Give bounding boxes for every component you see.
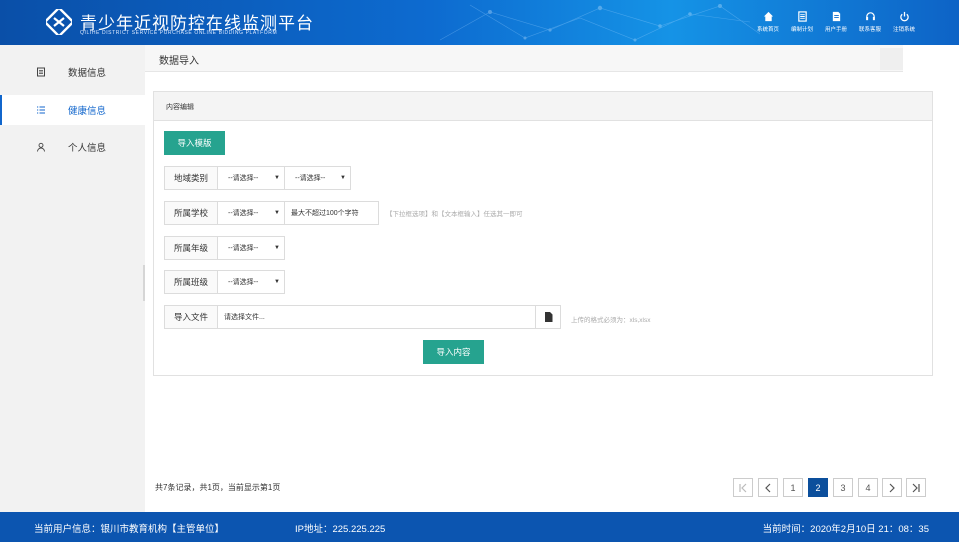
- chevron-down-icon: ▼: [340, 175, 346, 181]
- nav-manual[interactable]: 用户手册: [821, 11, 851, 33]
- panel-title: 内容编辑: [166, 104, 194, 111]
- breadcrumb: 数据导入: [145, 45, 903, 72]
- list-icon: [37, 106, 45, 114]
- sidebar: 数据信息 健康信息 个人信息: [0, 45, 145, 512]
- grade-select-value: --请选择--: [228, 245, 259, 252]
- region-label: 地域类别: [164, 166, 218, 190]
- page-button-2[interactable]: 2: [808, 478, 828, 497]
- app-header: 青少年近视防控在线监测平台 QILIHE DISTRICT SERVICE PU…: [0, 0, 959, 45]
- current-user-info: 当前用户信息：银川市教育机构【主管单位】: [34, 524, 225, 535]
- first-page-icon: [739, 483, 747, 492]
- nav-logout-label: 注销系统: [892, 27, 915, 33]
- nav-support-label: 联系客服: [858, 27, 881, 33]
- status-footer: 当前用户信息：银川市教育机构【主管单位】 IP地址：225.225.225 当前…: [0, 512, 959, 542]
- chevron-left-icon: [765, 483, 771, 492]
- page-button-1[interactable]: 1: [783, 478, 803, 497]
- nav-plan[interactable]: 编制计划: [787, 11, 817, 33]
- chevron-right-icon: [889, 483, 895, 492]
- nav-support[interactable]: 联系客服: [855, 11, 885, 33]
- import-content-button[interactable]: 导入内容: [423, 340, 484, 364]
- chevron-down-icon: ▼: [274, 279, 280, 285]
- current-time: 当前时间：2020年2月10日 21：08：35: [762, 524, 929, 535]
- nav-plan-label: 编制计划: [790, 27, 813, 33]
- records-summary: 共7条记录，共1页，当前显示第1页: [155, 483, 281, 492]
- ip-address: IP地址：225.225.225: [295, 524, 386, 535]
- document-icon: [37, 67, 45, 77]
- app-subtitle: QILIHE DISTRICT SERVICE PURCHASE ONLINE …: [80, 30, 278, 36]
- user-icon: [37, 142, 45, 152]
- manual-icon: [832, 11, 840, 22]
- file-hint: 上传的格式必须为：xls,xlsx: [571, 317, 651, 324]
- sidebar-item-personal-info[interactable]: 个人信息: [0, 132, 145, 162]
- plan-icon: [797, 11, 807, 22]
- sidebar-item-health-info[interactable]: 健康信息: [0, 95, 145, 125]
- sidebar-item-data-info[interactable]: 数据信息: [0, 57, 145, 87]
- prev-page-button[interactable]: [758, 478, 778, 497]
- home-icon: [763, 11, 773, 22]
- school-select-value: --请选择--: [228, 210, 259, 217]
- file-icon: [544, 312, 552, 322]
- region-select-2[interactable]: --请选择-- ▼: [284, 166, 351, 190]
- chevron-down-icon: ▼: [274, 175, 280, 181]
- region-select-1-value: --请选择--: [228, 175, 259, 182]
- file-browse-button[interactable]: [535, 305, 561, 329]
- page-button-3[interactable]: 3: [833, 478, 853, 497]
- top-nav: 系统首页 编制计划 用户手册 联系客服 注销系统: [753, 11, 919, 33]
- file-path-input[interactable]: 请选择文件...: [217, 305, 536, 329]
- chevron-down-icon: ▼: [274, 245, 280, 251]
- school-label: 所属学校: [164, 201, 218, 225]
- next-page-button[interactable]: [882, 478, 902, 497]
- nav-manual-label: 用户手册: [824, 27, 847, 33]
- network-decoration: [439, 4, 761, 42]
- class-select[interactable]: --请选择-- ▼: [217, 270, 285, 294]
- last-page-button[interactable]: [906, 478, 926, 497]
- nav-home-label: 系统首页: [756, 27, 779, 33]
- panel-header: 内容编辑: [154, 92, 932, 121]
- content-edit-panel: 内容编辑 导入模版 地域类别 --请选择-- ▼ --请选择-- ▼ 所属学校 …: [153, 91, 933, 376]
- first-page-button[interactable]: [733, 478, 753, 497]
- grade-select[interactable]: --请选择-- ▼: [217, 236, 285, 260]
- sidebar-scrollbar[interactable]: [143, 265, 145, 301]
- page-title: 数据导入: [159, 56, 199, 67]
- school-select[interactable]: --请选择-- ▼: [217, 201, 285, 225]
- sidebar-item-label: 数据信息: [68, 68, 107, 79]
- page-button-4[interactable]: 4: [858, 478, 878, 497]
- chevron-down-icon: ▼: [274, 210, 280, 216]
- headset-icon: [865, 12, 875, 21]
- logo-icon: [46, 9, 72, 35]
- breadcrumb-tail: [880, 48, 903, 70]
- last-page-icon: [912, 483, 920, 492]
- region-select-1[interactable]: --请选择-- ▼: [217, 166, 285, 190]
- region-select-2-value: --请选择--: [295, 175, 326, 182]
- class-label: 所属班级: [164, 270, 218, 294]
- sidebar-item-label: 个人信息: [68, 143, 107, 154]
- school-text-input[interactable]: 最大不超过100个字符: [284, 201, 379, 225]
- power-icon: [899, 11, 909, 22]
- file-label: 导入文件: [164, 305, 218, 329]
- school-hint: 【下拉框选项】和【文本框输入】任选其一即可: [386, 211, 523, 218]
- nav-logout[interactable]: 注销系统: [889, 11, 919, 33]
- nav-home[interactable]: 系统首页: [753, 11, 783, 33]
- class-select-value: --请选择--: [228, 279, 259, 286]
- import-template-button[interactable]: 导入模版: [164, 131, 225, 155]
- sidebar-item-label: 健康信息: [68, 106, 107, 117]
- grade-label: 所属年级: [164, 236, 218, 260]
